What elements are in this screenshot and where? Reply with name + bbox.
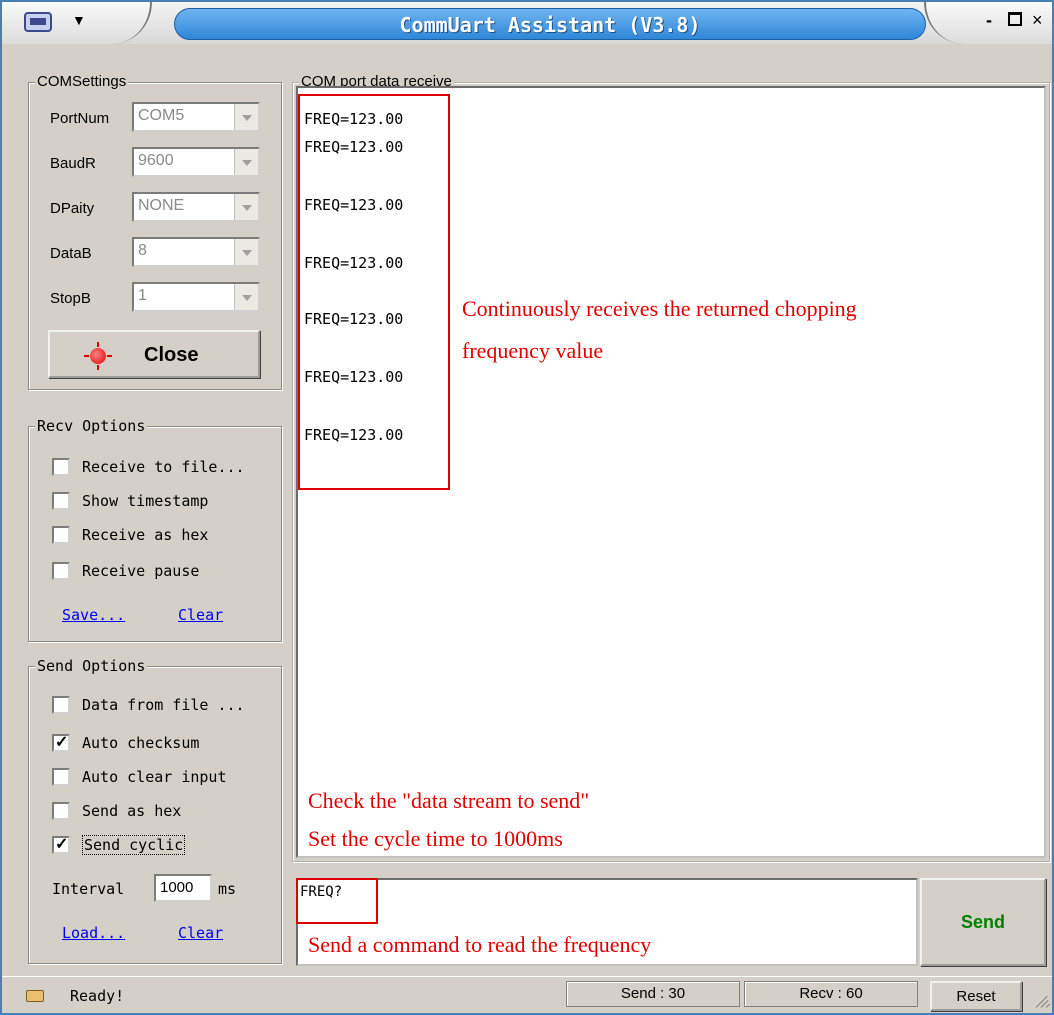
send-annotation: Send a command to read the frequency [308,932,652,957]
checkbox-box[interactable] [52,696,70,714]
recv-annotation-line2: frequency value [462,338,604,363]
interval-unit: ms [218,880,237,898]
chevron-down-icon[interactable] [234,239,258,265]
close-window-button[interactable]: × [1032,10,1043,31]
checkbox-box[interactable] [52,492,70,510]
status-ready-text: Ready! [70,987,125,1005]
send-button-label: Send [960,912,1005,932]
recv-annotation-line1: Continuously receives the returned chopp… [462,296,857,321]
checkbox-label: Send as hex [82,802,182,820]
databits-label: DataB [50,245,92,262]
send-count: Send : 30 [566,981,740,1007]
maximize-button[interactable] [1008,12,1022,26]
chevron-down-icon[interactable] [234,104,258,130]
save-link[interactable]: Save... [62,606,125,624]
parity-value: NONE [138,197,185,214]
stopbits-label: StopB [50,290,91,307]
cycle-annotation-line2: Set the cycle time to 1000ms [308,826,563,851]
title-bar[interactable]: ▼ CommUart Assistant (V3.8) - × [2,2,1052,44]
send-button[interactable]: Send [920,878,1046,966]
receive-textarea[interactable]: FREQ=123.00 FREQ=123.00 FREQ=123.00 FREQ… [296,86,1046,858]
checkbox-label: Auto clear input [82,768,227,786]
checkbox-box[interactable] [52,458,70,476]
stopbits-value: 1 [138,287,147,304]
checkbox-label: Receive as hex [82,526,209,544]
receive-line: FREQ=123.00 [304,138,404,156]
chevron-down-icon[interactable] [234,284,258,310]
receive-line: FREQ=123.00 [304,310,404,328]
interval-label: Interval [52,880,125,898]
minimize-button[interactable]: - [986,10,992,31]
cycle-annotation-line1: Check the "data stream to send" [308,788,590,813]
checkbox-box[interactable] [52,526,70,544]
load-link[interactable]: Load... [62,924,125,942]
recv-count: Recv : 60 [744,981,918,1007]
chevron-down-icon[interactable]: ▼ [72,12,86,28]
stopbits-select[interactable]: 1 [132,282,260,312]
send-clear-link[interactable]: Clear [178,924,223,942]
checkbox-label: Show timestamp [82,492,209,510]
window-title: CommUart Assistant (V3.8) [399,13,701,37]
parity-label: DPaity [50,200,95,217]
close-port-button[interactable]: Close [48,330,260,378]
checkbox-label: Send cyclic [82,835,186,855]
checkbox-label: Auto checksum [82,734,200,752]
port-select[interactable]: COM5 [132,102,260,132]
databits-select[interactable]: 8 [132,237,260,267]
resize-grip-icon[interactable] [1032,991,1050,1009]
led-indicator-icon [84,342,112,370]
receive-line: FREQ=123.00 [304,426,404,444]
baud-value: 9600 [138,152,174,169]
baud-label: BaudR [50,155,96,172]
checkbox-box[interactable] [52,834,70,854]
databits-value: 8 [138,242,147,259]
receive-line: FREQ=123.00 [304,110,404,128]
recv-options-legend: Recv Options [35,417,148,435]
checkbox-box[interactable] [52,732,70,752]
hand-pointer-icon [26,988,46,1004]
chevron-down-icon[interactable] [234,194,258,220]
port-label: PortNum [50,110,110,127]
send-options-legend: Send Options [35,657,148,675]
recv-clear-link[interactable]: Clear [178,606,223,624]
checkbox-box[interactable] [52,562,70,580]
parity-select[interactable]: NONE [132,192,260,222]
close-port-label: Close [144,344,199,366]
app-window: ▼ CommUart Assistant (V3.8) - × COMSetti… [0,0,1054,1015]
status-bar: Ready! Send : 30 Recv : 60 Reset [2,976,1052,1013]
receive-line: FREQ=123.00 [304,196,404,214]
serial-port-icon[interactable] [24,12,52,32]
port-value: COM5 [138,107,185,124]
checkbox-label: Receive to file... [82,458,245,476]
checkbox-box[interactable] [52,768,70,786]
checkbox-box[interactable] [52,802,70,820]
chevron-down-icon[interactable] [234,149,258,175]
com-settings-legend: COMSettings [35,73,129,90]
interval-input[interactable]: 1000 [154,874,212,902]
send-input-value: FREQ? [300,884,343,900]
checkbox-label: Receive pause [82,562,200,580]
title-bar-center: CommUart Assistant (V3.8) [174,8,926,40]
receive-line: FREQ=123.00 [304,254,404,272]
checkbox-label: Data from file ... [82,696,245,714]
reset-button[interactable]: Reset [930,981,1022,1011]
receive-line: FREQ=123.00 [304,368,404,386]
baud-select[interactable]: 9600 [132,147,260,177]
